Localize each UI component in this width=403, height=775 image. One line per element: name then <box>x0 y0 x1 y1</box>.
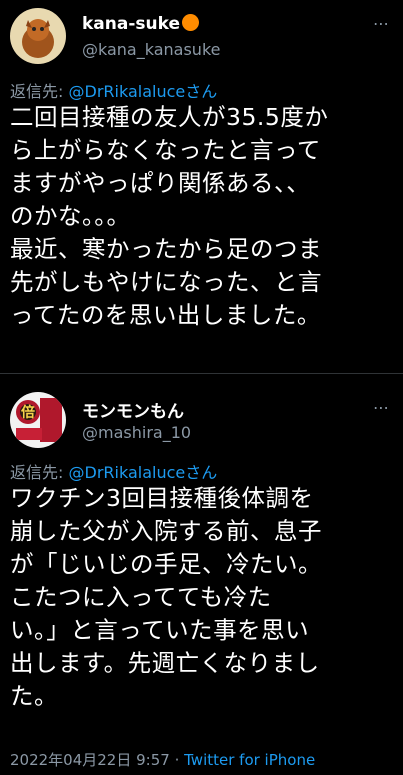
reply-context: 返信先: @DrRikalaluceさん <box>10 463 218 482</box>
text-line: ますがやっぱり関係ある、、 <box>10 169 311 197</box>
avatar-lettering: 倍 <box>21 405 35 421</box>
text-line: こたつに入ってても冷た <box>10 583 272 611</box>
text-line: ってたのを思い出しました。 <box>10 301 321 329</box>
tweet-divider <box>0 373 403 374</box>
username[interactable]: @mashira_10 <box>82 423 191 442</box>
text-line: 崩した父が入院する前、息子 <box>10 517 322 545</box>
display-name[interactable]: kana-suke <box>82 14 200 34</box>
tweet-text: 二回目接種の友人が35.5度か ら上がらなくなったと言って ますがやっぱり関係あ… <box>10 101 395 332</box>
user-avatar[interactable]: 倍 <box>10 392 66 448</box>
meta-separator: · <box>169 751 185 769</box>
text-line: 最近、寒かったから足のつま <box>10 235 322 263</box>
user-avatar[interactable] <box>10 8 66 64</box>
timestamp[interactable]: 2022年04月22日 9:57 <box>10 751 170 769</box>
text-line: が「じいじの手足、冷たい。 <box>10 550 322 578</box>
tweet-text: ワクチン3回目接種後体調を 崩した父が入院する前、息子 が「じいじの手足、冷たい… <box>10 482 395 713</box>
text-line: い。」と言っていた事を思い <box>10 616 310 644</box>
text-line: ワクチン3回目接種後体調を <box>10 484 314 512</box>
text-line: のかな。。。 <box>10 202 131 230</box>
more-options-icon[interactable]: ⋯ <box>373 14 389 33</box>
username[interactable]: @kana_kanasuke <box>82 40 220 59</box>
display-name[interactable]: モンモンもん <box>82 397 184 422</box>
orange-circle-icon <box>182 14 200 31</box>
text-line: 出します。先週亡くなりまし <box>10 649 320 677</box>
reply-to-link[interactable]: @DrRikalaluceさん <box>69 82 218 101</box>
text-line: 先がしもやけになった、と言 <box>10 268 322 296</box>
tweet-meta: 2022年04月22日 9:57 · Twitter for iPhone <box>10 749 315 770</box>
text-line: ら上がらなくなったと言って <box>10 136 321 164</box>
text-line: た。 <box>10 682 58 710</box>
text-line: 二回目接種の友人が35.5度か <box>10 103 329 131</box>
reply-to-link[interactable]: @DrRikalaluceさん <box>69 463 218 482</box>
reply-context: 返信先: @DrRikalaluceさん <box>10 82 218 101</box>
more-options-icon[interactable]: ⋯ <box>373 398 389 417</box>
source-link[interactable]: Twitter for iPhone <box>184 751 315 769</box>
